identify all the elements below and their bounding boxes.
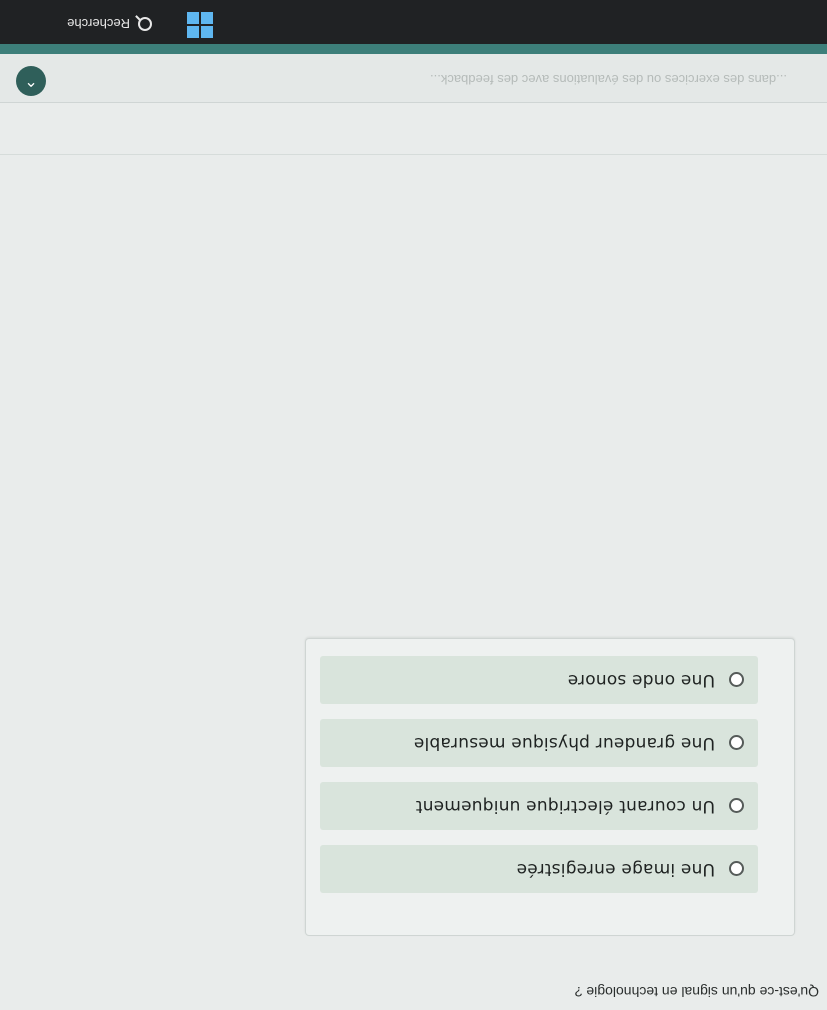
rotated-screen: ...dans des exercices ou des évaluations… [0, 0, 827, 1010]
radio-button[interactable] [729, 798, 744, 814]
taskbar-search[interactable]: Recherche [0, 10, 172, 38]
option-label: Une onde sonore [567, 670, 715, 690]
question-text: Qu'est-ce qu'un signal en technologie ? [574, 984, 819, 1000]
option-une-grandeur-physique[interactable]: Une grandeur physique mesurable [320, 719, 758, 767]
option-label: Une image enregistrée [516, 859, 715, 879]
search-icon [138, 17, 152, 31]
divider [0, 154, 827, 155]
search-label: Recherche [67, 16, 130, 32]
radio-button[interactable] [729, 861, 744, 877]
scroll-up-button[interactable]: ⌃ [16, 66, 46, 96]
option-un-courant-electrique[interactable]: Un courant électrique uniquement [320, 782, 758, 830]
radio-button[interactable] [729, 735, 744, 751]
chevron-up-icon: ⌃ [24, 71, 38, 91]
option-une-onde-sonore[interactable]: Une onde sonore [320, 656, 758, 704]
option-label: Une grandeur physique mesurable [413, 733, 715, 753]
taskbar: Recherche [0, 0, 827, 44]
quiz-page: ...dans des exercices ou des évaluations… [0, 54, 827, 1010]
accent-band [0, 44, 827, 54]
windows-start-icon[interactable] [187, 12, 213, 38]
radio-button[interactable] [729, 672, 744, 688]
option-une-image-enregistree[interactable]: Une image enregistrée [320, 845, 758, 893]
page-header: ...dans des exercices ou des évaluations… [0, 54, 827, 103]
option-label: Un courant électrique uniquement [415, 796, 715, 816]
question-card: Une image enregistrée Un courant électri… [305, 638, 795, 936]
header-faded-text: ...dans des exercices ou des évaluations… [430, 72, 787, 87]
